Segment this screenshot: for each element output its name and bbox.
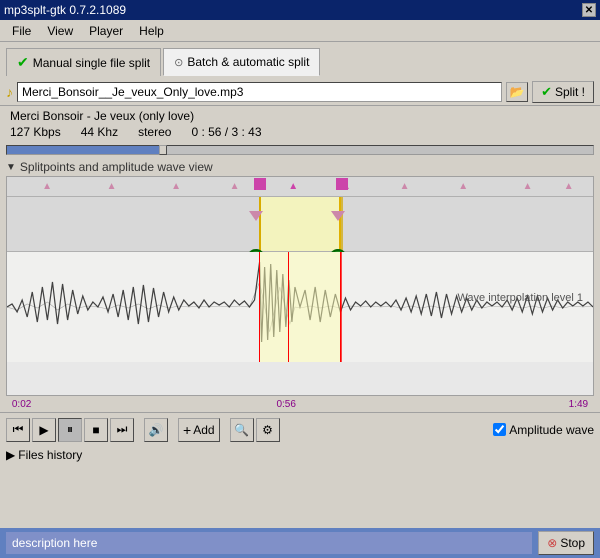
song-meta: 127 Kbps 44 Khz stereo 0 : 56 / 3 : 43 bbox=[10, 125, 590, 139]
split-line-1 bbox=[259, 252, 260, 362]
settings-button[interactable]: ⚙ bbox=[256, 418, 280, 442]
close-button[interactable]: ✕ bbox=[582, 3, 596, 17]
music-file-icon: ♪ bbox=[6, 84, 13, 100]
time-label-mid: 0:56 bbox=[276, 399, 295, 410]
wave-section-label: Splitpoints and amplitude wave view bbox=[20, 160, 213, 174]
statusbar: description here ⊗ Stop bbox=[0, 528, 600, 558]
splitpoints-row: ✕ 0:46:21 ✕ 1:03:57 bbox=[7, 197, 593, 252]
tab-batch-label: Batch & automatic split bbox=[187, 55, 309, 69]
time-label-start: 0:02 bbox=[12, 399, 31, 410]
song-channels: stereo bbox=[138, 125, 171, 139]
split-square-1 bbox=[254, 178, 266, 190]
tab-batch-icon: ⊙ bbox=[174, 56, 183, 69]
splithandle-1-triangle bbox=[249, 211, 263, 221]
volume-button[interactable]: 🔊 bbox=[144, 418, 168, 442]
progress-thumb[interactable] bbox=[159, 145, 167, 155]
stop-icon: ⊗ bbox=[547, 536, 557, 550]
marker-arrow-2: ▲ bbox=[107, 181, 117, 192]
files-history[interactable]: ▶ Files history bbox=[0, 446, 600, 464]
marker-arrow-7: ▲ bbox=[400, 181, 410, 192]
add-button[interactable]: + Add bbox=[178, 418, 220, 442]
tab-manual-check-icon: ✔ bbox=[17, 54, 29, 71]
open-file-button[interactable]: 📂 bbox=[506, 82, 528, 102]
tabs: ✔ Manual single file split ⊙ Batch & aut… bbox=[0, 42, 600, 78]
marker-arrow-3: ▲ bbox=[171, 181, 181, 192]
stop-button[interactable]: ■ bbox=[84, 418, 108, 442]
split-square-2 bbox=[336, 178, 348, 190]
amplitude-wave-checkbox[interactable] bbox=[493, 423, 506, 436]
marker-arrow-1: ▲ bbox=[42, 181, 52, 192]
split-button[interactable]: ✔ Split ! bbox=[532, 81, 594, 103]
add-plus-icon: + bbox=[183, 422, 191, 438]
marker-arrow-4: ▲ bbox=[230, 181, 240, 192]
go-start-button[interactable]: ⏮ bbox=[6, 418, 30, 442]
files-history-arrow: ▶ bbox=[6, 448, 15, 462]
stop-process-button[interactable]: ⊗ Stop bbox=[538, 531, 594, 555]
tab-batch-split[interactable]: ⊙ Batch & automatic split bbox=[163, 48, 320, 76]
menu-file[interactable]: File bbox=[4, 22, 39, 40]
files-history-label: Files history bbox=[18, 448, 82, 462]
split-label: Split ! bbox=[555, 85, 585, 99]
wave-section-header[interactable]: ▼ Splitpoints and amplitude wave view bbox=[0, 158, 600, 176]
marker-arrow-5: ▲ bbox=[288, 181, 298, 192]
menubar: File View Player Help bbox=[0, 20, 600, 42]
stop-label: Stop bbox=[560, 536, 585, 550]
titlebar-title: mp3splt-gtk 0.7.2.1089 bbox=[4, 3, 126, 17]
go-end-button[interactable]: ⏭ bbox=[110, 418, 134, 442]
splithandle-2-triangle bbox=[331, 211, 345, 221]
menu-help[interactable]: Help bbox=[131, 22, 172, 40]
menu-view[interactable]: View bbox=[39, 22, 81, 40]
pause-button[interactable]: ⏸ bbox=[58, 418, 82, 442]
filename-input[interactable] bbox=[17, 82, 502, 102]
filebar: ♪ 📂 ✔ Split ! bbox=[0, 78, 600, 106]
titlebar: mp3splt-gtk 0.7.2.1089 ✕ bbox=[0, 0, 600, 20]
song-bitrate: 127 Kbps bbox=[10, 125, 61, 139]
markers-row: ▲ ▲ ▲ ▲ ▲ ▲ ▲ ▲ ▲ ▲ bbox=[7, 177, 593, 197]
time-labels: 0:02 0:56 1:49 bbox=[6, 396, 594, 412]
play-button[interactable]: ▶ bbox=[32, 418, 56, 442]
infobar: Merci Bonsoir - Je veux (only love) 127 … bbox=[0, 106, 600, 142]
marker-arrow-9: ▲ bbox=[523, 181, 533, 192]
status-description: description here bbox=[6, 532, 532, 554]
progress-bar[interactable] bbox=[6, 145, 594, 155]
amplitude-wave-check[interactable]: Amplitude wave bbox=[493, 423, 594, 437]
section-collapse-arrow: ▼ bbox=[6, 162, 16, 173]
split-line-2 bbox=[341, 252, 342, 362]
wave-interp-label: Wave interpolation level 1 bbox=[457, 292, 583, 304]
tab-manual-label: Manual single file split bbox=[33, 56, 150, 70]
binoculars-button[interactable]: 🔍 bbox=[230, 418, 254, 442]
wave-display: Wave interpolation level 1 bbox=[7, 252, 593, 362]
song-title: Merci Bonsoir - Je veux (only love) bbox=[10, 109, 590, 123]
amplitude-wave-label: Amplitude wave bbox=[509, 423, 594, 437]
time-label-end: 1:49 bbox=[569, 399, 588, 410]
song-freq: 44 Khz bbox=[81, 125, 118, 139]
add-label: Add bbox=[193, 423, 214, 437]
tab-manual-split[interactable]: ✔ Manual single file split bbox=[6, 48, 161, 76]
wave-selected-region bbox=[259, 252, 341, 362]
marker-arrow-8: ▲ bbox=[458, 181, 468, 192]
song-time: 0 : 56 / 3 : 43 bbox=[191, 125, 261, 139]
toolbar: ⏮ ▶ ⏸ ■ ⏭ 🔊 + Add 🔍 ⚙ Amplitude wave bbox=[0, 412, 600, 446]
marker-arrow-10: ▲ bbox=[564, 181, 574, 192]
progress-fill bbox=[7, 146, 165, 154]
menu-player[interactable]: Player bbox=[81, 22, 131, 40]
split-check-icon: ✔ bbox=[541, 84, 552, 100]
wave-container: ▲ ▲ ▲ ▲ ▲ ▲ ▲ ▲ ▲ ▲ ✕ bbox=[6, 176, 594, 396]
playhead-line bbox=[288, 252, 289, 362]
